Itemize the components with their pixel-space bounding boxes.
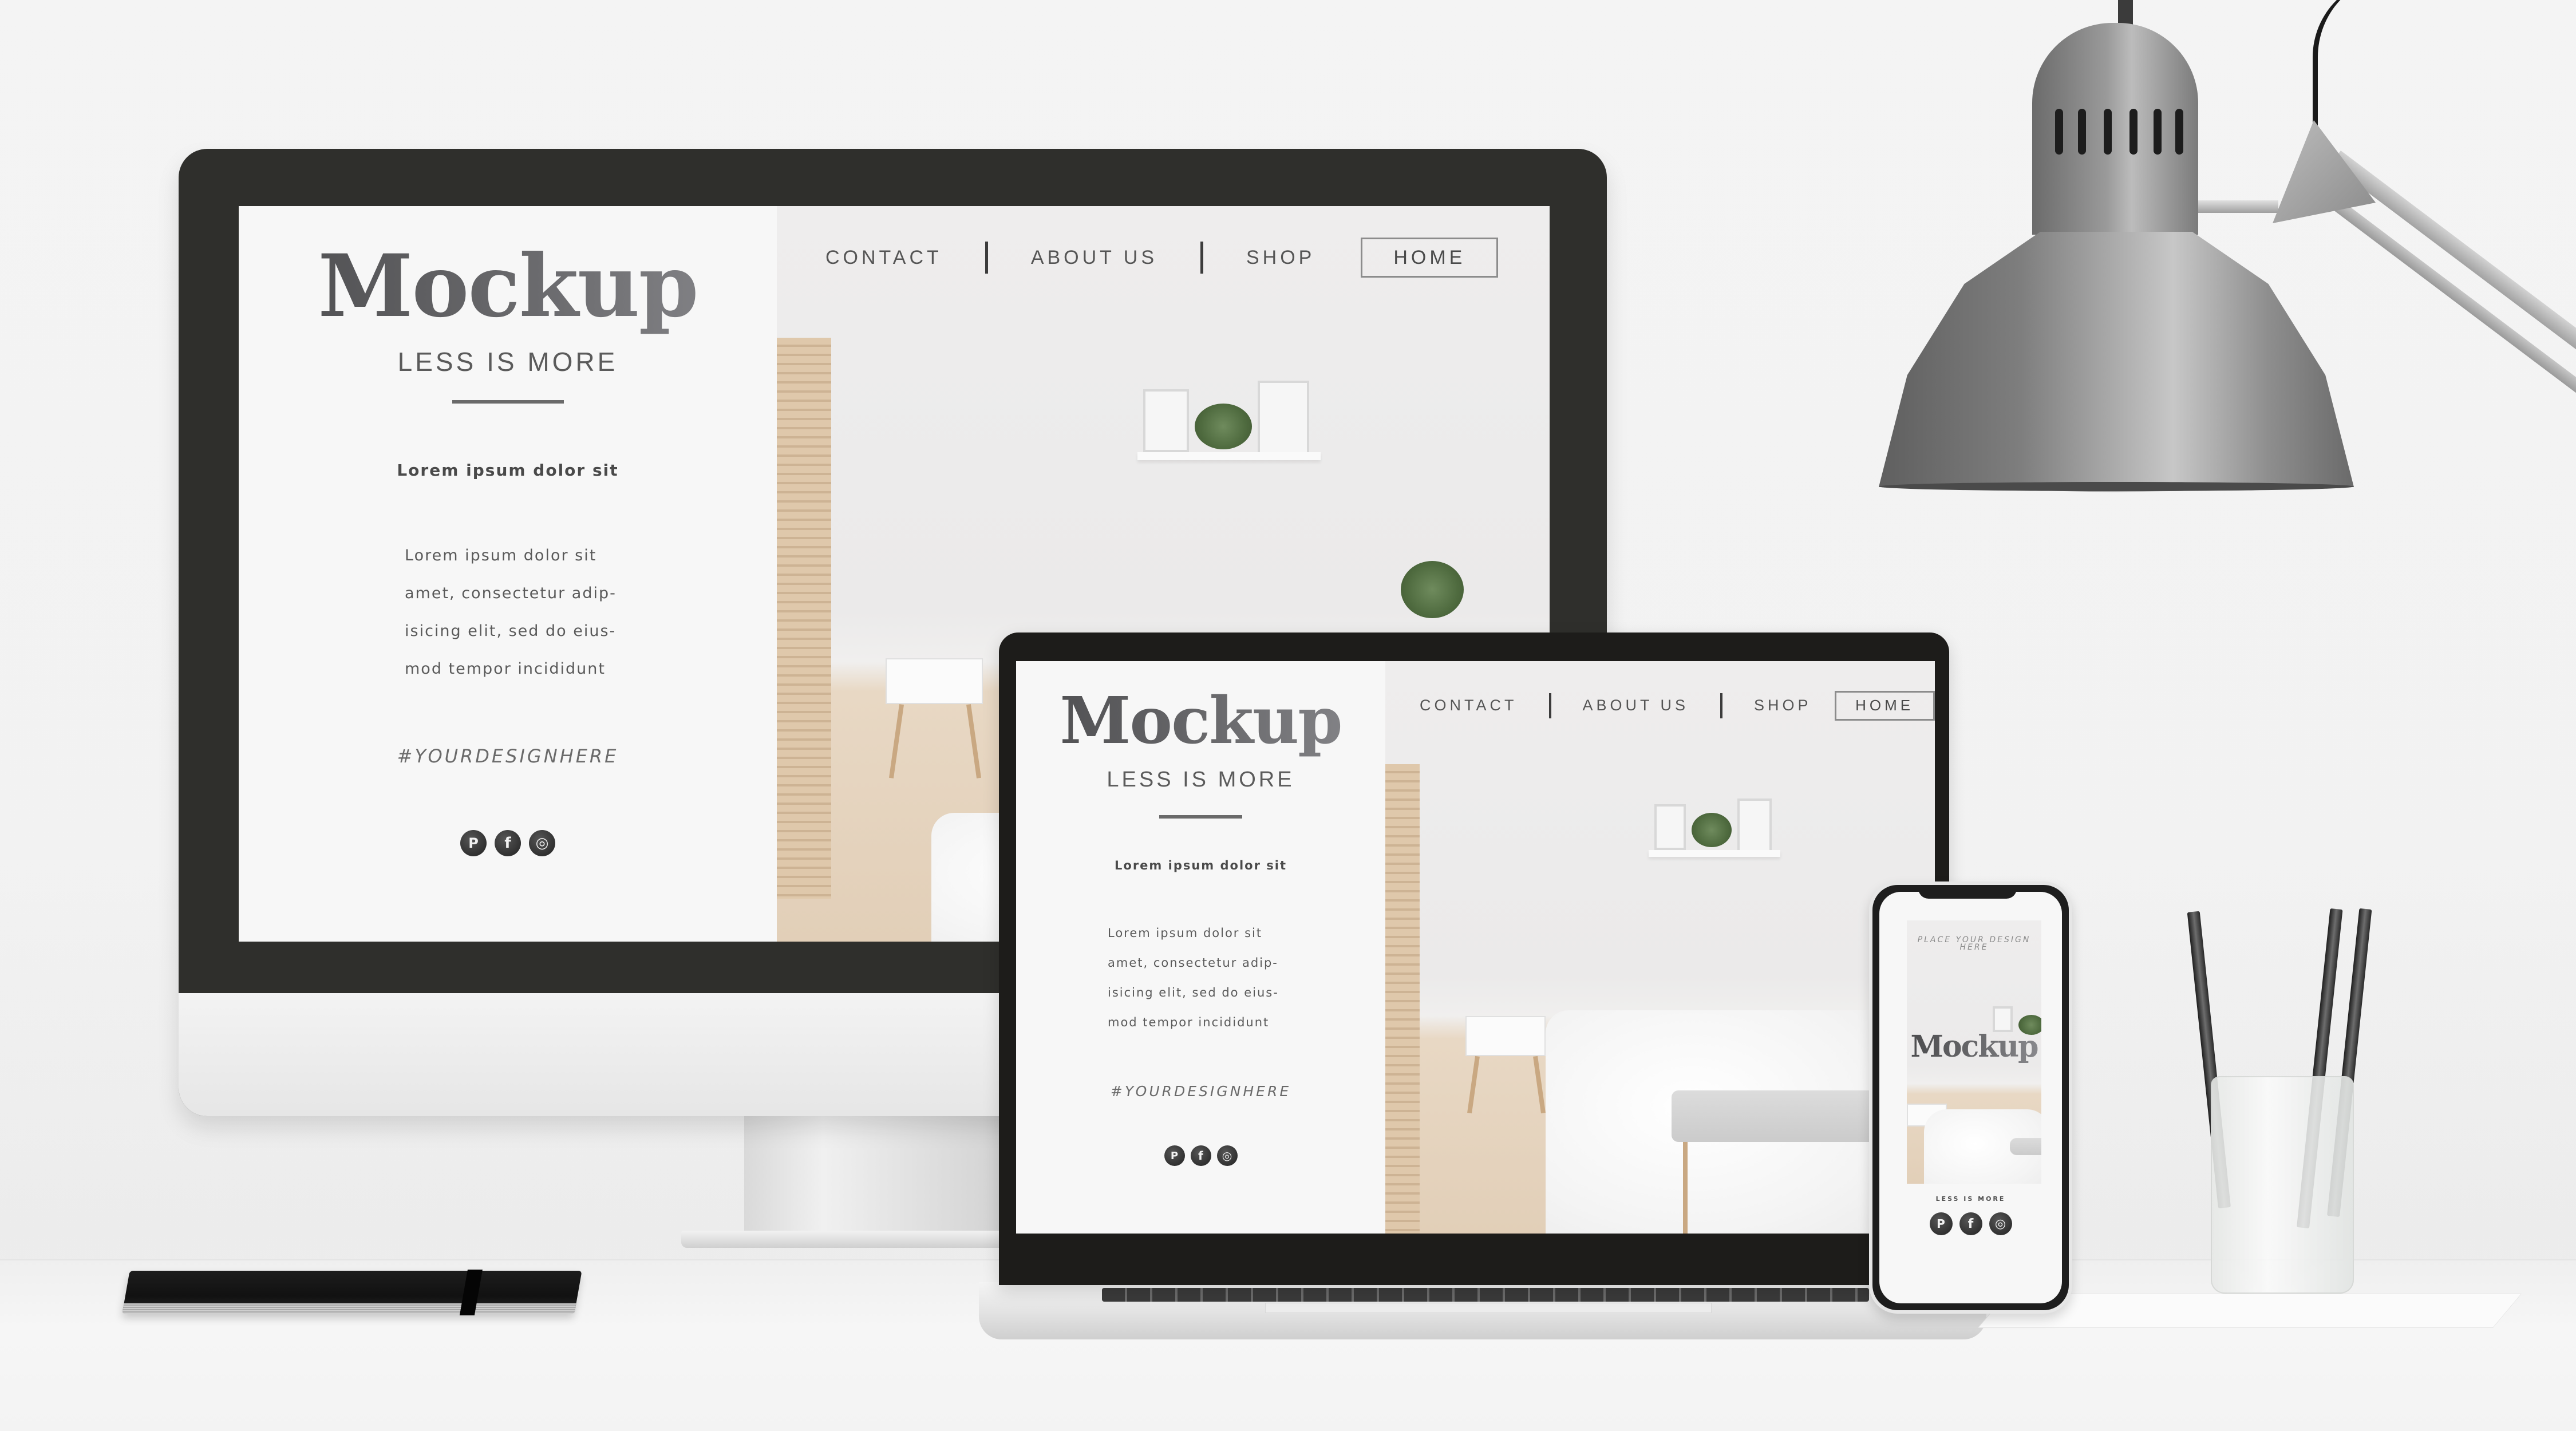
lamp-rim bbox=[1879, 482, 2354, 491]
social-links: P f ◎ bbox=[239, 830, 777, 856]
lamp-vent bbox=[2175, 109, 2183, 155]
site-brand[interactable]: Mockup bbox=[1907, 1029, 2041, 1064]
smartphone: PLACE YOUR DESIGN HERE Mockup LESS IS MO… bbox=[1869, 881, 2072, 1314]
lamp-arm-lower bbox=[2320, 190, 2576, 393]
pinterest-icon[interactable]: P bbox=[1929, 1212, 1953, 1235]
nav-shop[interactable]: SHOP bbox=[1246, 247, 1315, 269]
body-line: Lorem ipsum dolor sit bbox=[1108, 926, 1263, 940]
body-line: amet, consectetur adip- bbox=[1108, 956, 1278, 970]
notebook-pages bbox=[122, 1303, 576, 1314]
pinterest-icon[interactable]: P bbox=[1164, 1145, 1185, 1166]
facebook-icon[interactable]: f bbox=[1190, 1145, 1211, 1166]
laptop-keyboard bbox=[1102, 1288, 1869, 1302]
nav-home[interactable]: HOME bbox=[1834, 690, 1935, 721]
body-line: isicing elit, sed do eius- bbox=[1108, 986, 1279, 999]
room-nightstand bbox=[1465, 1016, 1546, 1056]
body-line: Lorem ipsum dolor sit bbox=[405, 547, 597, 564]
site-sidebar: Mockup LESS IS MORE Lorem ipsum dolor si… bbox=[239, 206, 777, 942]
site-hashtag[interactable]: #YOURDESIGNHERE bbox=[1016, 1083, 1385, 1100]
site-nav: CONTACT ABOUT US SHOP HOME bbox=[1420, 690, 1935, 721]
monitor-stand bbox=[744, 1105, 1008, 1236]
room-bench-leg bbox=[1683, 1142, 1688, 1234]
body-line: amet, consectetur adip- bbox=[405, 584, 617, 602]
room-shutter bbox=[777, 338, 831, 899]
site-tagline: LESS IS MORE bbox=[1935, 1195, 2006, 1203]
room-picture-frame bbox=[1993, 1006, 2013, 1032]
site-hashtag[interactable]: #YOURDESIGNHERE bbox=[239, 745, 777, 767]
nav-home[interactable]: HOME bbox=[1361, 238, 1499, 278]
site-brand[interactable]: Mockup bbox=[239, 238, 777, 335]
site-tagline: LESS IS MORE bbox=[397, 347, 618, 377]
lamp-vent bbox=[2129, 109, 2138, 155]
lamp-vent bbox=[2104, 109, 2112, 155]
room-nightstand-leg bbox=[888, 704, 904, 778]
social-links: P f ◎ bbox=[1879, 1212, 2062, 1235]
site-body: Lorem ipsum dolor sit amet, consectetur … bbox=[1016, 918, 1385, 1037]
body-line: mod tempor incididunt bbox=[1108, 1015, 1270, 1029]
nav-about-us[interactable]: ABOUT US bbox=[1031, 247, 1157, 269]
phone-screen: PLACE YOUR DESIGN HERE Mockup LESS IS MO… bbox=[1879, 892, 2062, 1303]
room-wreath bbox=[1692, 813, 1732, 847]
lamp-vent bbox=[2154, 109, 2162, 155]
notebook bbox=[122, 1270, 582, 1315]
nav-separator bbox=[1548, 693, 1551, 718]
room-picture-frame bbox=[1258, 381, 1309, 455]
instagram-icon[interactable]: ◎ bbox=[1989, 1212, 2012, 1235]
instagram-icon[interactable]: ◎ bbox=[529, 830, 555, 856]
site-body: Lorem ipsum dolor sit amet, consectetur … bbox=[239, 537, 777, 688]
room-plant bbox=[1401, 561, 1464, 618]
site-divider bbox=[1159, 815, 1242, 819]
lamp-neck bbox=[2032, 23, 2198, 235]
laptop: Mockup LESS IS MORE Lorem ipsum dolor si… bbox=[999, 633, 1949, 1285]
design-placeholder: PLACE YOUR DESIGN HERE bbox=[1917, 935, 2031, 952]
lamp-rod bbox=[2198, 200, 2278, 213]
monitor-stand-base bbox=[681, 1231, 1025, 1248]
hero-room-photo bbox=[1385, 661, 1935, 1234]
lamp-shade bbox=[1879, 232, 2354, 492]
facebook-icon[interactable]: f bbox=[1959, 1212, 1982, 1235]
lamp-vent bbox=[2078, 109, 2086, 155]
pinterest-icon[interactable]: P bbox=[460, 830, 487, 856]
room-nightstand bbox=[886, 658, 983, 704]
room-nightstand-leg bbox=[1533, 1056, 1546, 1114]
room-picture-frame bbox=[1654, 804, 1686, 850]
site-sidebar: Mockup LESS IS MORE Lorem ipsum dolor si… bbox=[1016, 661, 1385, 1234]
site-lead: Lorem ipsum dolor sit bbox=[397, 461, 619, 480]
social-links: P f ◎ bbox=[1016, 1145, 1385, 1166]
nav-contact[interactable]: CONTACT bbox=[1420, 697, 1518, 714]
pen-jar bbox=[2211, 1076, 2354, 1294]
site-tagline: LESS IS MORE bbox=[1107, 768, 1295, 792]
site-nav: CONTACT ABOUT US SHOP HOME bbox=[825, 238, 1499, 278]
room-bench bbox=[2010, 1138, 2041, 1155]
instagram-icon[interactable]: ◎ bbox=[1216, 1145, 1238, 1166]
lamp-arm bbox=[2330, 151, 2576, 357]
room-picture-frame bbox=[1737, 798, 1772, 853]
body-line: isicing elit, sed do eius- bbox=[405, 622, 617, 640]
site-divider bbox=[452, 400, 564, 404]
nav-contact[interactable]: CONTACT bbox=[825, 247, 942, 269]
phone-notch bbox=[1918, 885, 2017, 899]
laptop-screen: Mockup LESS IS MORE Lorem ipsum dolor si… bbox=[1016, 661, 1935, 1234]
body-line: mod tempor incididunt bbox=[405, 660, 606, 678]
room-shelf bbox=[1649, 850, 1780, 857]
room-nightstand-leg bbox=[1467, 1056, 1480, 1114]
nav-separator bbox=[1720, 693, 1723, 718]
facebook-icon[interactable]: f bbox=[495, 830, 521, 856]
room-nightstand-leg bbox=[966, 704, 982, 778]
nav-separator bbox=[985, 242, 988, 274]
room-picture-frame bbox=[1143, 389, 1189, 452]
laptop-trackpad bbox=[1265, 1303, 1712, 1313]
site-brand[interactable]: Mockup bbox=[1016, 684, 1385, 758]
room-shelf bbox=[1137, 452, 1321, 460]
nav-separator bbox=[1200, 242, 1203, 274]
nav-shop[interactable]: SHOP bbox=[1754, 697, 1812, 714]
site-hero: CONTACT ABOUT US SHOP HOME bbox=[1385, 661, 1935, 1234]
nav-about-us[interactable]: ABOUT US bbox=[1583, 697, 1689, 714]
room-wreath bbox=[1195, 404, 1252, 449]
site-lead: Lorem ipsum dolor sit bbox=[1115, 859, 1287, 872]
phone-hero: PLACE YOUR DESIGN HERE Mockup bbox=[1907, 920, 2041, 1184]
lamp-vent bbox=[2055, 109, 2063, 155]
room-shutter bbox=[1385, 764, 1420, 1234]
